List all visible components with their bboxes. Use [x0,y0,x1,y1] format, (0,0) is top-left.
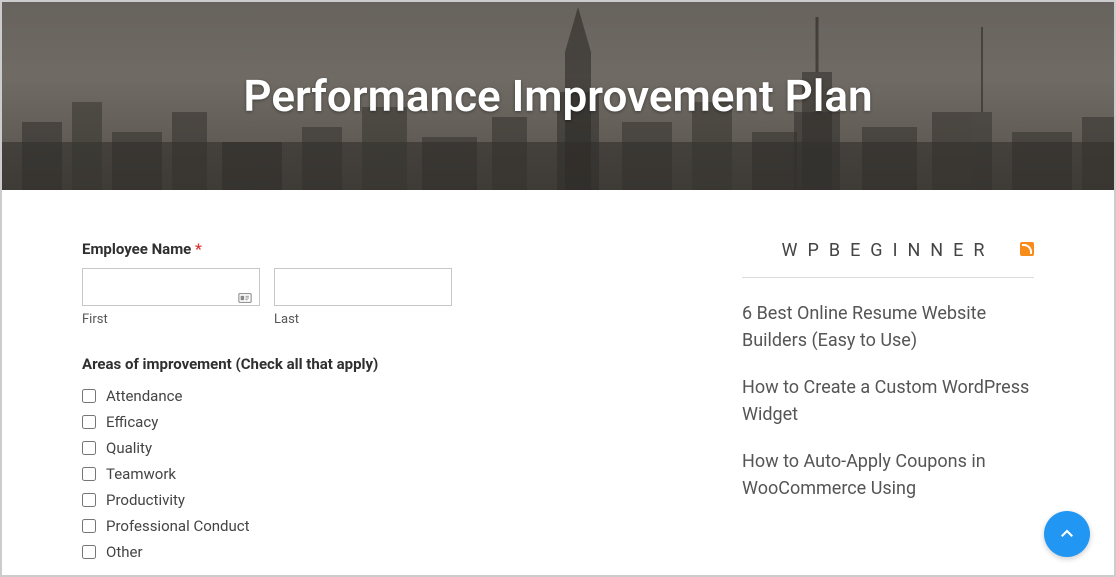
first-name-input[interactable] [82,268,260,306]
areas-label: Areas of improvement (Check all that app… [82,355,642,373]
area-checkbox[interactable] [82,415,96,429]
area-checkbox[interactable] [82,467,96,481]
hero-banner: Performance Improvement Plan [2,2,1114,190]
scroll-to-top-button[interactable] [1044,511,1090,557]
area-checkbox-label: Attendance [106,387,182,405]
checkbox-row: Other [82,539,642,565]
area-checkbox-label: Professional Conduct [106,517,250,535]
checkbox-row: Productivity [82,487,642,513]
area-checkbox-label: Other [106,543,143,561]
area-checkbox[interactable] [82,389,96,403]
last-name-sublabel: Last [274,312,452,327]
first-name-sublabel: First [82,312,260,327]
area-checkbox[interactable] [82,519,96,533]
sidebar-link[interactable]: How to Create a Custom WordPress Widget [742,374,1034,428]
page-title: Performance Improvement Plan [243,70,872,122]
area-checkbox[interactable] [82,493,96,507]
checkbox-row: Efficacy [82,409,642,435]
last-name-field-wrap: Last [274,268,452,327]
sidebar-links-list: 6 Best Online Resume Website Builders (E… [742,300,1034,502]
sidebar-header: WPBEGINNER [742,240,1034,278]
sidebar-link[interactable]: How to Auto-Apply Coupons in WooCommerce… [742,448,1034,502]
employee-name-label-text: Employee Name [82,240,191,258]
employee-name-label: Employee Name * [82,240,642,258]
required-asterisk: * [195,240,202,258]
name-fields-row: First Last [82,268,642,327]
area-checkbox-label: Productivity [106,491,185,509]
sidebar-link[interactable]: 6 Best Online Resume Website Builders (E… [742,300,1034,354]
last-name-input[interactable] [274,268,452,306]
checkbox-row: Teamwork [82,461,642,487]
rss-icon[interactable] [1020,242,1034,256]
form-column: Employee Name * First Last Areas of imp [82,240,642,565]
sidebar-title: WPBEGINNER [782,240,995,261]
chevron-up-icon [1058,525,1076,543]
sidebar-column: WPBEGINNER 6 Best Online Resume Website … [642,240,1034,565]
checkbox-row: Attendance [82,383,642,409]
content-area: Employee Name * First Last Areas of imp [2,190,1114,565]
checkbox-row: Quality [82,435,642,461]
area-checkbox-label: Quality [106,439,152,457]
area-checkbox[interactable] [82,545,96,559]
areas-checkbox-group: Attendance Efficacy Quality Teamwork Product… [82,383,642,565]
area-checkbox[interactable] [82,441,96,455]
area-checkbox-label: Efficacy [106,413,158,431]
area-checkbox-label: Teamwork [106,465,176,483]
first-name-field-wrap: First [82,268,260,327]
checkbox-row: Professional Conduct [82,513,642,539]
